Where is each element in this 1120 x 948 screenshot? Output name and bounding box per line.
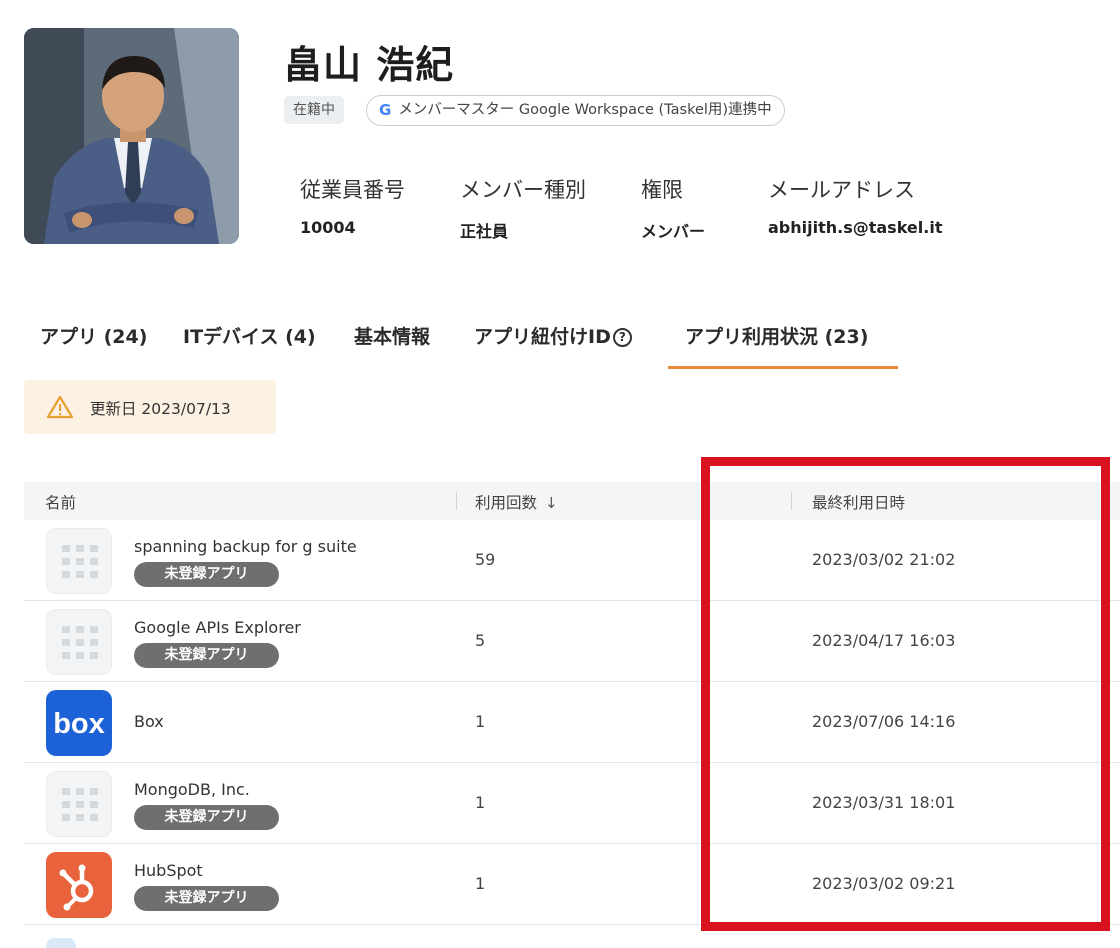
tab-app-usage[interactable]: アプリ利用状況 (23) (685, 322, 868, 349)
unregistered-badge: 未登録アプリ (134, 886, 279, 911)
warning-icon (46, 395, 74, 419)
employee-number-label: 従業員番号 (300, 178, 405, 202)
email-label: メールアドレス (768, 178, 915, 202)
permission-value: メンバー (641, 222, 706, 241)
grid-placeholder-icon (46, 528, 112, 594)
highlight-box (701, 457, 1110, 931)
column-usage-count-label: 利用回数 (475, 494, 538, 512)
app-name[interactable]: HubSpot (134, 861, 203, 880)
arrow-down-icon[interactable]: ↓ (545, 494, 558, 512)
tab-app-link-id-label: アプリ紐付けID (474, 326, 611, 348)
sync-label: メンバーマスター Google Workspace (Taskel用)連携中 (398, 102, 772, 118)
member-type-value: 正社員 (460, 222, 509, 241)
unregistered-badge: 未登録アプリ (134, 805, 279, 830)
app-name[interactable]: spanning backup for g suite (134, 537, 357, 556)
usage-count: 1 (475, 712, 486, 731)
profile-photo (24, 28, 239, 244)
tab-apps[interactable]: アプリ (24) (40, 322, 147, 349)
usage-count: 1 (475, 793, 486, 812)
usage-count: 59 (475, 550, 496, 569)
unregistered-badge: 未登録アプリ (134, 562, 279, 587)
status-badge: 在籍中 (284, 96, 344, 124)
google-icon: G (379, 101, 392, 119)
usage-count: 5 (475, 631, 486, 650)
active-tab-indicator (668, 366, 898, 369)
column-usage-count[interactable]: 利用回数 ↓ (475, 491, 558, 513)
unregistered-badge: 未登録アプリ (134, 643, 279, 668)
tab-basic-info[interactable]: 基本情報 (354, 322, 430, 349)
next-row-app-icon (46, 938, 76, 948)
column-divider (456, 492, 457, 510)
update-date-text: 更新日 2023/07/13 (90, 400, 231, 418)
grid-placeholder-icon (46, 771, 112, 837)
app-name[interactable]: MongoDB, Inc. (134, 780, 250, 799)
email-value: abhijith.s@taskel.it (768, 218, 943, 237)
avatar (24, 28, 239, 244)
tab-it-devices[interactable]: ITデバイス (4) (183, 322, 316, 349)
permission-label: 権限 (641, 178, 683, 202)
svg-text:box: box (53, 708, 105, 740)
box-logo-icon: box (46, 690, 112, 756)
tab-app-link-id[interactable]: アプリ紐付けID? (474, 322, 632, 349)
hubspot-logo-icon (46, 852, 112, 918)
app-name[interactable]: Box (134, 712, 164, 731)
member-name: 畠山 浩紀 (284, 43, 455, 87)
employee-number-value: 10004 (300, 218, 356, 237)
help-icon[interactable]: ? (612, 328, 632, 347)
update-notice: 更新日 2023/07/13 (24, 380, 276, 434)
app-name[interactable]: Google APIs Explorer (134, 618, 301, 637)
member-type-label: メンバー種別 (460, 178, 586, 202)
usage-count: 1 (475, 874, 486, 893)
grid-placeholder-icon (46, 609, 112, 675)
sync-status-chip[interactable]: G メンバーマスター Google Workspace (Taskel用)連携中 (366, 95, 785, 126)
column-name[interactable]: 名前 (45, 491, 76, 513)
